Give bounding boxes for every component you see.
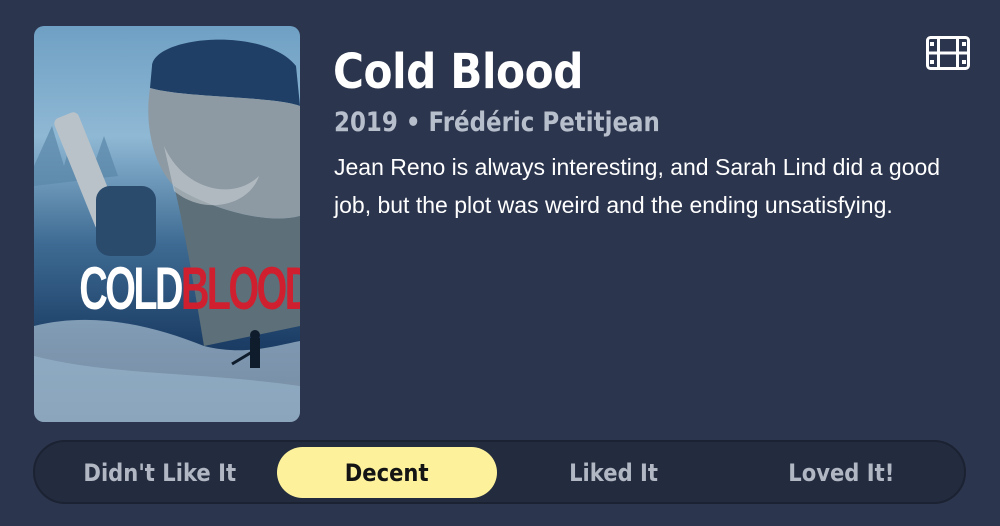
poster-title-word-1: COLD — [79, 255, 183, 322]
poster-title-word-2: BLOOD — [180, 255, 300, 322]
rating-option-loved-it[interactable]: Loved It! — [731, 447, 951, 498]
rating-option-liked-it[interactable]: Liked It — [503, 447, 725, 498]
rating-segmented-control: Didn't Like It Decent Liked It Loved It! — [33, 440, 966, 504]
film-icon — [926, 36, 970, 70]
movie-review-card: COLDBLOOD Cold Blood 2019 • Frédéric Pet… — [0, 0, 1000, 526]
poster-title-text: COLDBLOOD — [79, 254, 300, 323]
rating-option-label: Loved It! — [787, 458, 895, 487]
movie-year-director: 2019 • Frédéric Petitjean — [334, 107, 660, 138]
movie-poster[interactable]: COLDBLOOD — [34, 26, 300, 422]
movie-title: Cold Blood — [333, 44, 583, 100]
rating-option-label: Didn't Like It — [83, 458, 237, 487]
rating-option-didnt-like-it[interactable]: Didn't Like It — [45, 447, 275, 498]
rating-option-label: Liked It — [569, 458, 659, 487]
review-text: Jean Reno is always interesting, and Sar… — [334, 154, 941, 218]
rating-option-label: Decent — [345, 458, 429, 487]
rating-option-decent[interactable]: Decent — [277, 447, 497, 498]
poster-artwork — [34, 39, 300, 422]
